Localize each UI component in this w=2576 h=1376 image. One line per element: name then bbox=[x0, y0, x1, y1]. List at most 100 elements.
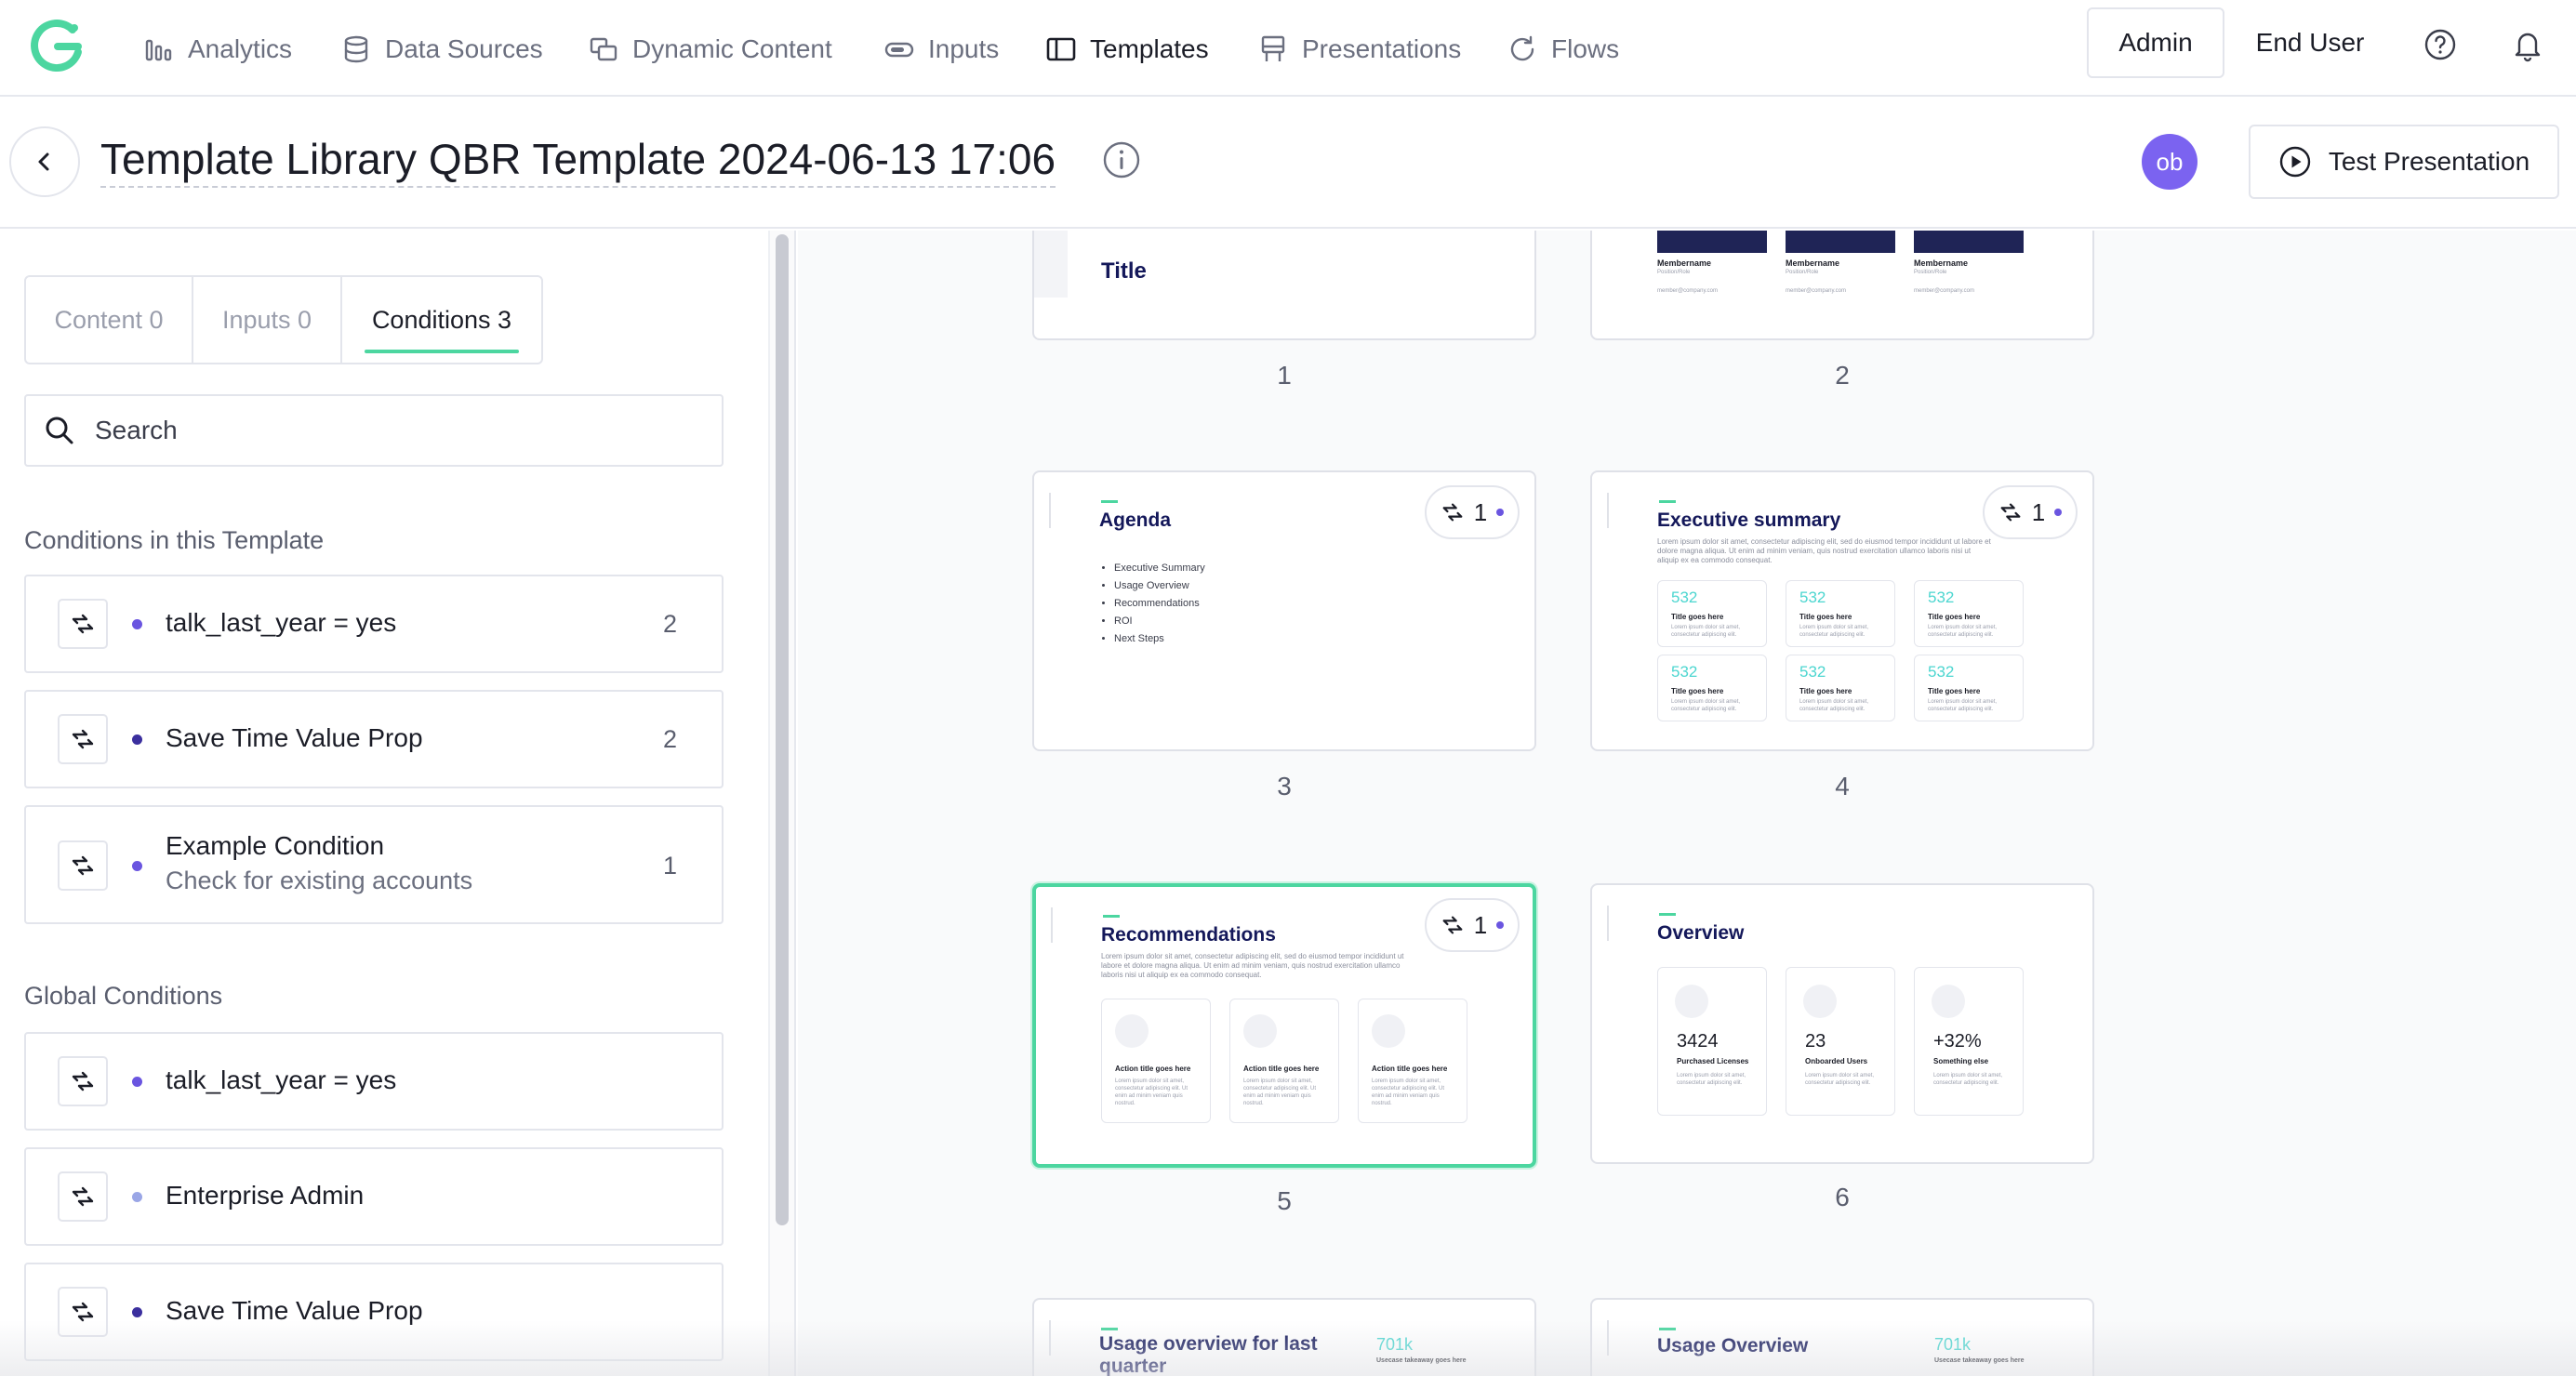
action-text: Lorem ipsum dolor sit amet, consectetur … bbox=[1243, 1078, 1317, 1106]
member-role: Position/Role bbox=[1914, 270, 1947, 275]
kpi-text: Lorem ipsum dolor sit amet, consectetur … bbox=[1928, 625, 1998, 638]
app-logo-icon[interactable] bbox=[26, 15, 89, 78]
action-text: Lorem ipsum dolor sit amet, consectetur … bbox=[1115, 1078, 1188, 1106]
sidebar: Content 0 Inputs 0 Conditions 3 Conditio… bbox=[0, 231, 796, 1376]
condition-branch-icon bbox=[1442, 916, 1463, 934]
slide-accent-line bbox=[1103, 915, 1120, 918]
slide-number: 4 bbox=[1835, 772, 1850, 800]
condition-item[interactable]: talk_last_year = yes 2 bbox=[24, 575, 724, 673]
kpi-title: Title goes here bbox=[1799, 687, 1852, 695]
slide-number: 6 bbox=[1835, 1183, 1850, 1211]
active-tab-indicator bbox=[365, 350, 519, 353]
slide-title: Usage overview for last quarter bbox=[1099, 1333, 1318, 1376]
role-switcher: Admin End User bbox=[2087, 7, 2396, 78]
kpi-text: Lorem ipsum dolor sit amet, consectetur … bbox=[1799, 699, 1869, 712]
template-icon bbox=[1046, 37, 1076, 61]
database-icon bbox=[344, 35, 368, 63]
slide-thumbnail-3[interactable]: Agenda 1 Executive Summary Usage Overvie… bbox=[1032, 470, 1536, 751]
kpi-value: 532 bbox=[1928, 589, 1955, 606]
global-condition-item[interactable]: Save Time Value Prop bbox=[24, 1263, 724, 1361]
slide-decoration bbox=[1049, 1320, 1051, 1356]
stat-label: Purchased Licenses bbox=[1677, 1057, 1749, 1065]
kpi-title: Title goes here bbox=[1928, 613, 1981, 621]
agenda-item: ROI bbox=[1114, 613, 1205, 630]
dynamic-content-icon bbox=[590, 37, 617, 61]
stat-value: 23 bbox=[1805, 1031, 1826, 1052]
presentation-icon bbox=[1261, 35, 1285, 61]
top-navigation: Analytics Data Sources Dynamic Content I… bbox=[0, 0, 2576, 97]
tab-content[interactable]: Content 0 bbox=[26, 277, 193, 363]
kpi-value: 532 bbox=[1671, 589, 1698, 606]
slide-thumbnail-1[interactable]: Title bbox=[1032, 231, 1536, 340]
condition-badge-count: 1 bbox=[1473, 910, 1488, 939]
action-title: Action title goes here bbox=[1372, 1065, 1448, 1073]
member-name: Membername bbox=[1657, 258, 1712, 268]
slide-decoration bbox=[1607, 493, 1609, 528]
analytics-icon bbox=[145, 39, 172, 61]
slide-decoration bbox=[1049, 493, 1051, 528]
kpi-text: Lorem ipsum dolor sit amet, consectetur … bbox=[1671, 625, 1741, 638]
slide-thumbnail-6[interactable]: Overview 3424 Purchased Licenses Lorem i… bbox=[1590, 883, 2094, 1164]
member-email: member@company.com bbox=[1657, 288, 1718, 294]
help-icon[interactable] bbox=[2420, 24, 2461, 65]
slide-body-text: Lorem ipsum dolor sit amet, consectetur … bbox=[1657, 537, 1991, 564]
nav-inputs[interactable]: Inputs bbox=[883, 26, 999, 73]
action-icon bbox=[1115, 1014, 1149, 1048]
global-condition-item[interactable]: talk_last_year = yes bbox=[24, 1032, 724, 1131]
info-icon[interactable] bbox=[1101, 139, 1142, 180]
slide-thumbnail-7[interactable]: Usage overview for last quarter 701k Use… bbox=[1032, 1298, 1536, 1376]
stat-icon bbox=[1675, 985, 1708, 1018]
user-avatar[interactable]: ob bbox=[2142, 134, 2198, 190]
notification-bell-icon[interactable] bbox=[2507, 24, 2548, 65]
slide-thumbnail-4[interactable]: Executive summary Lorem ipsum dolor sit … bbox=[1590, 470, 2094, 751]
kpi-title: Title goes here bbox=[1671, 687, 1724, 695]
slide-decoration bbox=[1607, 906, 1609, 941]
condition-item[interactable]: Save Time Value Prop 2 bbox=[24, 690, 724, 788]
role-admin-button[interactable]: Admin bbox=[2087, 7, 2224, 78]
nav-dynamic-content[interactable]: Dynamic Content bbox=[588, 26, 832, 73]
sidebar-scrollbar-thumb[interactable] bbox=[776, 234, 789, 1225]
condition-badge[interactable]: 1 bbox=[1425, 485, 1520, 539]
slide-title: Usage Overview bbox=[1657, 1335, 1809, 1356]
global-condition-item[interactable]: Enterprise Admin bbox=[24, 1147, 724, 1246]
condition-count: 1 bbox=[662, 852, 677, 880]
nav-dynamic-content-label: Dynamic Content bbox=[632, 34, 832, 63]
action-icon bbox=[1372, 1014, 1405, 1048]
condition-badge[interactable]: 1 bbox=[1425, 898, 1520, 952]
nav-flows[interactable]: Flows bbox=[1507, 26, 1619, 73]
condition-dot bbox=[132, 1077, 142, 1087]
nav-analytics[interactable]: Analytics bbox=[143, 26, 292, 73]
slide-accent-line bbox=[1659, 913, 1676, 916]
slide-thumbnail-2[interactable]: Membername Membername Membername Positio… bbox=[1590, 231, 2094, 340]
condition-badge-count: 1 bbox=[2031, 497, 2046, 526]
condition-badge[interactable]: 1 bbox=[1983, 485, 2078, 539]
condition-dot bbox=[132, 861, 142, 871]
condition-name: Save Time Value Prop bbox=[166, 723, 423, 752]
nav-data-sources[interactable]: Data Sources bbox=[340, 26, 543, 73]
condition-name: talk_last_year = yes bbox=[166, 608, 397, 637]
nav-presentations[interactable]: Presentations bbox=[1257, 26, 1461, 73]
stat-card: 3424 Purchased Licenses Lorem ipsum dolo… bbox=[1657, 967, 1767, 1116]
action-card: Action title goes here Lorem ipsum dolor… bbox=[1101, 999, 1211, 1123]
nav-templates[interactable]: Templates bbox=[1045, 26, 1209, 73]
agenda-item: Recommendations bbox=[1114, 595, 1205, 613]
slide-decoration bbox=[1607, 1320, 1609, 1356]
tab-conditions[interactable]: Conditions 3 bbox=[342, 277, 541, 363]
condition-name: talk_last_year = yes bbox=[166, 1065, 397, 1094]
kpi-card: 532 Title goes here Lorem ipsum dolor sit … bbox=[1786, 655, 1895, 721]
tab-inputs[interactable]: Inputs 0 bbox=[193, 277, 342, 363]
condition-item[interactable]: Example Condition Check for existing acc… bbox=[24, 805, 724, 924]
slide-thumbnail-8[interactable]: Usage Overview 701k Usecase takeaway goe… bbox=[1590, 1298, 2094, 1376]
slide-thumbnail-5[interactable]: Recommendations Lorem ipsum dolor sit am… bbox=[1032, 883, 1536, 1168]
search-input[interactable] bbox=[95, 416, 709, 445]
nav-templates-label: Templates bbox=[1090, 34, 1209, 63]
search-box[interactable] bbox=[24, 394, 724, 467]
role-end-user-button[interactable]: End User bbox=[2224, 7, 2396, 78]
agenda-item: Usage Overview bbox=[1114, 577, 1205, 595]
kpi-value: 532 bbox=[1799, 663, 1826, 681]
condition-dot bbox=[132, 619, 142, 629]
stat-label: Onboarded Users bbox=[1805, 1057, 1868, 1065]
back-button[interactable] bbox=[9, 126, 80, 197]
test-presentation-button[interactable]: Test Presentation bbox=[2249, 125, 2559, 199]
condition-count: 2 bbox=[662, 725, 677, 753]
